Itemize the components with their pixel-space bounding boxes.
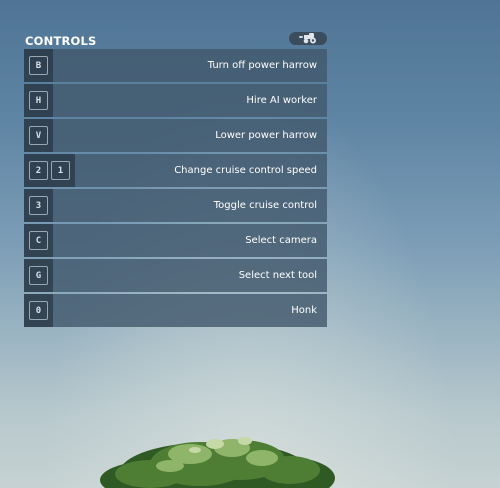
keycap: H [29, 91, 48, 110]
control-action-label: Change cruise control speed [174, 165, 317, 176]
control-row: V Lower power harrow [24, 119, 327, 152]
control-row: 3 Toggle cruise control [24, 189, 327, 222]
key-binding-group: C [24, 224, 53, 257]
key-binding-group: 3 [24, 189, 53, 222]
controls-panel: CONTROLS B Turn off power harrow H Hire AI … [24, 30, 327, 329]
keycap: 0 [29, 301, 48, 320]
controls-title: CONTROLS [25, 34, 97, 48]
tree-foliage [100, 437, 335, 488]
controls-header: CONTROLS [24, 30, 327, 48]
control-row: H Hire AI worker [24, 84, 327, 117]
control-action-label: Select camera [245, 235, 317, 246]
control-action-label: Turn off power harrow [207, 60, 317, 71]
control-row: B Turn off power harrow [24, 49, 327, 82]
keycap: 3 [29, 196, 48, 215]
key-binding-group: V [24, 119, 53, 152]
tractor-icon [297, 29, 319, 48]
keycap: C [29, 231, 48, 250]
keycap: 2 [29, 161, 48, 180]
keycap: B [29, 56, 48, 75]
control-row: C Select camera [24, 224, 327, 257]
keycap: G [29, 266, 48, 285]
keycap: 1 [51, 161, 70, 180]
control-action-label: Hire AI worker [246, 95, 317, 106]
key-binding-group: 21 [24, 154, 75, 187]
vehicle-badge [289, 32, 327, 45]
control-row: 0 Honk [24, 294, 327, 327]
controls-list: B Turn off power harrow H Hire AI worker V Lo… [24, 49, 327, 327]
control-action-label: Toggle cruise control [213, 200, 317, 211]
key-binding-group: 0 [24, 294, 53, 327]
control-row: G Select next tool [24, 259, 327, 292]
key-binding-group: G [24, 259, 53, 292]
control-action-label: Lower power harrow [215, 130, 317, 141]
key-binding-group: H [24, 84, 53, 117]
control-action-label: Select next tool [238, 270, 317, 281]
key-binding-group: B [24, 49, 53, 82]
control-action-label: Honk [291, 305, 317, 316]
control-row: 2 1 Change cruise control speed [24, 154, 327, 187]
keycap: V [29, 126, 48, 145]
